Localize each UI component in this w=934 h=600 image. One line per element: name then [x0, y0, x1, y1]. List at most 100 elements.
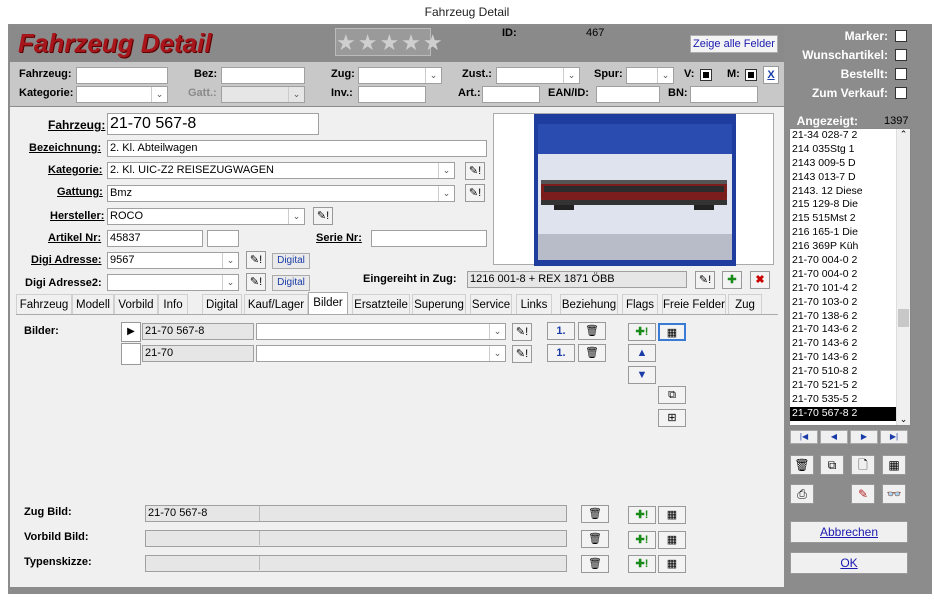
- list-item[interactable]: 21-70 535-5 2: [790, 393, 898, 407]
- new-typenskizze-button[interactable]: ▦: [658, 555, 686, 573]
- row-selector-empty[interactable]: [121, 343, 141, 365]
- new-bild-button[interactable]: ▦: [658, 323, 686, 341]
- add-typenskizze-button[interactable]: ✚!: [628, 555, 656, 573]
- list-item[interactable]: 21-70 138-6 2: [790, 310, 898, 324]
- filter-bn-input[interactable]: [690, 86, 758, 103]
- chevron-up-icon[interactable]: ⌃: [897, 129, 910, 141]
- order-bild-1-button[interactable]: 1.: [547, 322, 575, 340]
- print-button[interactable]: ⎙: [790, 484, 814, 504]
- serie-input[interactable]: [371, 230, 487, 247]
- delete-bild-2-button[interactable]: 🗑: [578, 344, 606, 362]
- order-bild-2-button[interactable]: 1.: [547, 344, 575, 362]
- tab-superung[interactable]: Superung: [412, 294, 466, 314]
- tab-ersatzteile[interactable]: Ersatzteile: [352, 294, 410, 314]
- tab-flags[interactable]: Flags: [622, 294, 658, 314]
- bestellt-checkbox[interactable]: [895, 68, 907, 80]
- vehicle-list[interactable]: 21-34 028-7 2 214 035Stg 1 2143 009-5 D 214…: [789, 128, 911, 426]
- bezeichnung-input[interactable]: 2. Kl. Abteilwagen: [107, 140, 487, 157]
- tab-modell[interactable]: Modell: [72, 294, 114, 314]
- filter-kategorie-select[interactable]: ⌄: [76, 86, 168, 103]
- first-record-button[interactable]: |◀: [790, 430, 818, 444]
- filter-inv-input[interactable]: [358, 86, 426, 103]
- list-item[interactable]: 21-70 004-0 2: [790, 254, 898, 268]
- edit-digi-adresse-button[interactable]: ✎!: [246, 251, 266, 269]
- add-zug-button[interactable]: ✚: [722, 271, 742, 289]
- delete-typenskizze-button[interactable]: 🗑: [581, 555, 609, 573]
- filter-fahrzeug-input[interactable]: [76, 67, 168, 84]
- preview-button[interactable]: 👓: [882, 484, 906, 504]
- filter-bez-input[interactable]: [221, 67, 305, 84]
- edit-hersteller-button[interactable]: ✎!: [313, 207, 333, 225]
- list-item[interactable]: 21-70 004-0 2: [790, 268, 898, 282]
- show-all-fields-button[interactable]: Zeige alle Felder: [690, 35, 778, 53]
- cancel-button[interactable]: Abbrechen: [790, 521, 908, 543]
- tab-vorbild[interactable]: Vorbild: [114, 294, 158, 314]
- list-item[interactable]: 21-70 101-4 2: [790, 282, 898, 296]
- filter-spur-select[interactable]: ⌄: [626, 67, 674, 84]
- list-item[interactable]: 21-34 028-7 2: [790, 129, 898, 143]
- copy-record-button[interactable]: ⧉: [820, 455, 844, 475]
- move-up-button[interactable]: ▲: [628, 344, 656, 362]
- list-item[interactable]: 21-70 143-6 2: [790, 351, 898, 365]
- artikel-input[interactable]: 45837: [107, 230, 203, 247]
- delete-bild-1-button[interactable]: 🗑: [578, 322, 606, 340]
- add-vorbild-bild-button[interactable]: ✚!: [628, 531, 656, 549]
- new-record-button[interactable]: ▦: [882, 455, 906, 475]
- chevron-down-icon[interactable]: ⌄: [897, 414, 910, 425]
- fahrzeug-input[interactable]: 21-70 567-8: [107, 113, 319, 135]
- new-zug-bild-button[interactable]: ▦: [658, 506, 686, 524]
- add-link-bild-button[interactable]: ⊞: [658, 409, 686, 427]
- list-item[interactable]: 2143 009-5 D: [790, 157, 898, 171]
- list-item[interactable]: 21-70 510-8 2: [790, 365, 898, 379]
- tab-kauf-lager[interactable]: Kauf/Lager: [244, 294, 308, 314]
- filter-zug-select[interactable]: ⌄: [358, 67, 442, 84]
- ok-button[interactable]: OK: [790, 552, 908, 574]
- list-item[interactable]: 215 515Mst 2: [790, 212, 898, 226]
- tab-fahrzeug[interactable]: Fahrzeug: [16, 294, 72, 314]
- artikel-suffix-input[interactable]: [207, 230, 239, 247]
- prev-record-button[interactable]: ◀: [820, 430, 848, 444]
- next-record-button[interactable]: ▶: [850, 430, 878, 444]
- bild-row-2-name[interactable]: 21-70: [142, 345, 254, 362]
- list-item[interactable]: 21-70 143-6 2: [790, 323, 898, 337]
- filter-m-checkbox[interactable]: [745, 69, 757, 81]
- row-selector-arrow-icon[interactable]: ▶: [121, 322, 141, 342]
- tab-links[interactable]: Links: [516, 294, 552, 314]
- digital-button-2[interactable]: Digital: [272, 275, 310, 291]
- new-document-button[interactable]: 🗋: [851, 455, 875, 475]
- list-item[interactable]: 216 369P Küh: [790, 240, 898, 254]
- filter-v-checkbox[interactable]: [700, 69, 712, 81]
- edit-button[interactable]: ✎: [851, 484, 875, 504]
- link-bild-button[interactable]: ⧉: [658, 386, 686, 404]
- list-scrollbar[interactable]: ⌃ ⌄: [896, 129, 910, 425]
- digi-adresse2-select[interactable]: ⌄: [107, 274, 239, 291]
- delete-zug-bild-button[interactable]: 🗑: [581, 505, 609, 523]
- last-record-button[interactable]: ▶|: [880, 430, 908, 444]
- list-item[interactable]: 21-70 567-8 2: [790, 406, 898, 421]
- edit-bild-2-button[interactable]: ✎!: [512, 345, 532, 363]
- tab-zug[interactable]: Zug: [728, 294, 762, 314]
- edit-zug-button[interactable]: ✎!: [695, 271, 715, 289]
- edit-bild-1-button[interactable]: ✎!: [512, 323, 532, 341]
- clear-filter-button[interactable]: X: [763, 66, 779, 84]
- add-zug-bild-button[interactable]: ✚!: [628, 506, 656, 524]
- list-item[interactable]: 214 035Stg 1: [790, 143, 898, 157]
- tab-service[interactable]: Service: [470, 294, 512, 314]
- list-item[interactable]: 21-70 143-6 2: [790, 337, 898, 351]
- remove-zug-button[interactable]: ✖: [750, 271, 770, 289]
- edit-gattung-button[interactable]: ✎!: [465, 184, 485, 202]
- add-bild-button[interactable]: ✚!: [628, 323, 656, 341]
- list-item[interactable]: 21-70 521-5 2: [790, 379, 898, 393]
- move-down-button[interactable]: ▼: [628, 366, 656, 384]
- gattung-select[interactable]: Bmz ⌄: [107, 185, 455, 202]
- filter-art-input[interactable]: [482, 86, 540, 103]
- tab-digital[interactable]: Digital: [202, 294, 242, 314]
- delete-vorbild-bild-button[interactable]: 🗑: [581, 530, 609, 548]
- list-item[interactable]: 2143. 12 Diese: [790, 185, 898, 199]
- new-vorbild-bild-button[interactable]: ▦: [658, 531, 686, 549]
- wunschartikel-checkbox[interactable]: [895, 49, 907, 61]
- edit-digi-adresse2-button[interactable]: ✎!: [246, 273, 266, 291]
- bild-row-1-name[interactable]: 21-70 567-8: [142, 323, 254, 340]
- filter-ean-input[interactable]: [596, 86, 660, 103]
- delete-record-button[interactable]: 🗑: [790, 455, 814, 475]
